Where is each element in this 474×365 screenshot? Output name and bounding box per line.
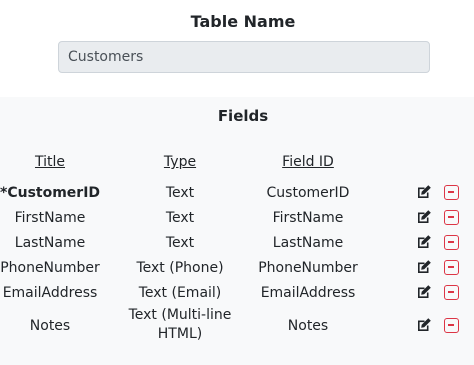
fields-title: Fields — [217, 107, 269, 125]
field-id: LastName — [272, 235, 344, 251]
edit-icon[interactable] — [416, 234, 432, 250]
table-name-label: Table Name — [190, 12, 296, 31]
field-type: Text (Multi-line HTML) — [115, 307, 245, 342]
field-type-line: HTML) — [157, 326, 203, 342]
field-title: FirstName — [14, 210, 86, 226]
field-title: *CustomerID — [0, 185, 101, 201]
minus-square-icon[interactable] — [444, 318, 459, 333]
field-type: Text (Email) — [138, 285, 222, 301]
fields-panel: Fields Title Type Field ID *CustomerID T… — [0, 97, 474, 365]
edit-icon[interactable] — [416, 259, 432, 275]
field-title: PhoneNumber — [0, 260, 100, 276]
field-type: Text — [165, 235, 195, 251]
edit-icon[interactable] — [416, 184, 432, 200]
field-type: Text (Phone) — [136, 260, 224, 276]
table-name-input[interactable]: Customers — [58, 41, 430, 73]
column-header-type[interactable]: Type — [115, 154, 245, 170]
minus-square-icon[interactable] — [444, 235, 459, 250]
minus-square-icon[interactable] — [444, 185, 459, 200]
field-type: Text — [165, 185, 195, 201]
edit-icon[interactable] — [416, 284, 432, 300]
edit-icon[interactable] — [416, 317, 432, 333]
field-id: PhoneNumber — [258, 260, 358, 276]
field-type: Text — [165, 210, 195, 226]
field-id: FirstName — [272, 210, 344, 226]
field-id: EmailAddress — [260, 285, 356, 301]
field-type-line: Text (Multi-line — [128, 307, 232, 323]
minus-square-icon[interactable] — [444, 260, 459, 275]
minus-square-icon[interactable] — [444, 210, 459, 225]
field-title: EmailAddress — [2, 285, 98, 301]
edit-icon[interactable] — [416, 209, 432, 225]
field-title: LastName — [14, 235, 86, 251]
column-header-field-id[interactable]: Field ID — [243, 154, 373, 170]
field-title: Notes — [29, 318, 71, 334]
column-header-title[interactable]: Title — [0, 154, 100, 170]
field-id: Notes — [287, 318, 329, 334]
field-id: CustomerID — [266, 185, 350, 201]
minus-square-icon[interactable] — [444, 285, 459, 300]
